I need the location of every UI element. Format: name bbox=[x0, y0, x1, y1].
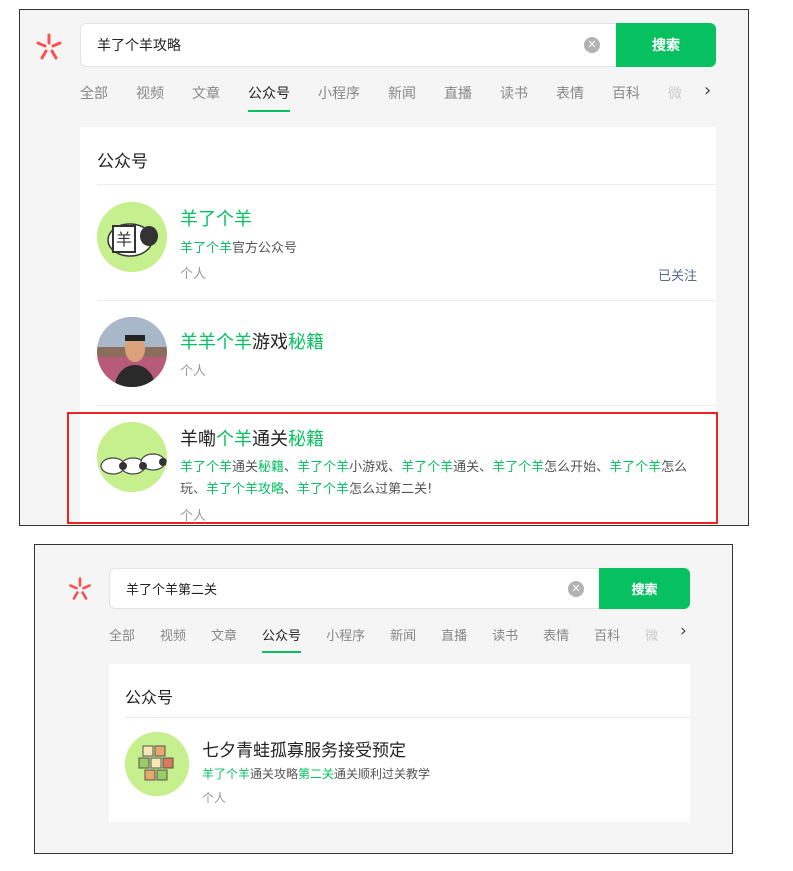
section-title: 公众号 bbox=[97, 152, 148, 172]
search-screenshot-1: ✕ 搜索 全部视频文章公众号小程序新闻直播读书表情百科微 › 公众号 羊 羊了个… bbox=[19, 9, 749, 526]
tab-10[interactable]: 微 bbox=[668, 83, 682, 103]
tab-1[interactable]: 视频 bbox=[136, 83, 164, 103]
text-segment: 七夕青蛙孤寡服务接受预定 bbox=[202, 741, 406, 761]
tab-2[interactable]: 文章 bbox=[192, 83, 220, 103]
result-title[interactable]: 七夕青蛙孤寡服务接受预定 bbox=[202, 736, 406, 761]
tab-6[interactable]: 直播 bbox=[441, 625, 467, 644]
section-title: 公众号 bbox=[125, 688, 174, 707]
person-photo-avatar-icon bbox=[97, 317, 167, 387]
account-type: 个人 bbox=[202, 791, 227, 805]
tab-9[interactable]: 百科 bbox=[594, 625, 620, 644]
keyword-highlight: 羊羊个羊 bbox=[180, 332, 252, 353]
text-segment: 通关攻略 bbox=[250, 767, 299, 781]
account-type: 个人 bbox=[180, 267, 207, 282]
tab-5[interactable]: 新闻 bbox=[390, 625, 416, 644]
chevron-right-icon[interactable]: › bbox=[704, 80, 711, 101]
search-box: ✕ bbox=[80, 23, 617, 67]
sheep-logo-avatar-icon: 羊 bbox=[97, 202, 167, 272]
result-title[interactable]: 羊了个羊 bbox=[180, 205, 252, 231]
clear-icon[interactable]: ✕ bbox=[568, 581, 584, 597]
result-description: 羊了个羊官方公众号 bbox=[180, 237, 297, 256]
tab-0[interactable]: 全部 bbox=[109, 625, 135, 644]
tab-10[interactable]: 微 bbox=[645, 625, 658, 644]
tab-8[interactable]: 表情 bbox=[543, 625, 569, 644]
text-segment: 官方公众号 bbox=[232, 241, 298, 256]
tab-4[interactable]: 小程序 bbox=[326, 625, 365, 644]
wechat-search-logo-icon bbox=[36, 33, 62, 60]
search-button[interactable]: 搜索 bbox=[616, 23, 716, 67]
wechat-search-logo-icon bbox=[69, 577, 91, 600]
search-screenshot-2: ✕ 搜索 全部视频文章公众号小程序新闻直播读书表情百科微 › 公众号 七夕青蛙孤… bbox=[34, 544, 733, 854]
result-title[interactable]: 羊羊个羊游戏秘籍 bbox=[180, 328, 324, 354]
text-segment: 游戏 bbox=[252, 332, 288, 353]
tab-7[interactable]: 读书 bbox=[500, 83, 528, 103]
account-type: 个人 bbox=[180, 364, 207, 379]
divider bbox=[125, 717, 690, 718]
text-segment: 通关顺利过关教学 bbox=[334, 767, 431, 781]
tab-0[interactable]: 全部 bbox=[80, 83, 108, 103]
keyword-highlight: 第二关 bbox=[298, 767, 335, 781]
keyword-highlight: 秘籍 bbox=[288, 332, 324, 353]
keyword-highlight: 羊了个羊 bbox=[180, 241, 233, 256]
chevron-right-icon[interactable]: › bbox=[680, 621, 687, 641]
tab-2[interactable]: 文章 bbox=[211, 625, 237, 644]
tab-9[interactable]: 百科 bbox=[612, 83, 640, 103]
category-tabs: 全部 视频 文章 公众号 小程序 新闻 直播 读书 表情 百科 微 bbox=[109, 625, 683, 653]
game-tiles-avatar-icon bbox=[125, 732, 189, 796]
search-input[interactable] bbox=[97, 24, 526, 66]
search-box: ✕ bbox=[109, 568, 600, 609]
svg-text:羊: 羊 bbox=[116, 230, 132, 249]
tab-4[interactable]: 小程序 bbox=[318, 83, 360, 103]
followed-status[interactable]: 已关注 bbox=[658, 265, 697, 284]
keyword-highlight: 羊了个羊 bbox=[202, 767, 251, 781]
tab-3[interactable]: 公众号 bbox=[248, 83, 290, 112]
clear-icon[interactable]: ✕ bbox=[584, 37, 600, 53]
red-highlight-box bbox=[67, 412, 718, 524]
tab-1[interactable]: 视频 bbox=[160, 625, 186, 644]
category-tabs: 全部 视频 文章 公众号 小程序 新闻 直播 读书 表情 百科 微 bbox=[80, 83, 710, 112]
tab-7[interactable]: 读书 bbox=[492, 625, 518, 644]
search-input[interactable] bbox=[126, 569, 518, 608]
results-card: 公众号 七夕青蛙孤寡服务接受预定 羊了个羊通关攻略第二关通关顺利过关教学 个人 bbox=[109, 664, 690, 822]
keyword-highlight: 羊了个羊 bbox=[180, 209, 252, 230]
divider bbox=[97, 405, 716, 406]
tab-8[interactable]: 表情 bbox=[556, 83, 584, 103]
tab-6[interactable]: 直播 bbox=[444, 83, 472, 103]
divider bbox=[97, 184, 716, 185]
tab-3[interactable]: 公众号 bbox=[262, 625, 302, 653]
divider bbox=[97, 300, 716, 301]
tab-5[interactable]: 新闻 bbox=[388, 83, 416, 103]
search-button[interactable]: 搜索 bbox=[599, 568, 690, 609]
result-description: 羊了个羊通关攻略第二关通关顺利过关教学 bbox=[202, 765, 430, 782]
